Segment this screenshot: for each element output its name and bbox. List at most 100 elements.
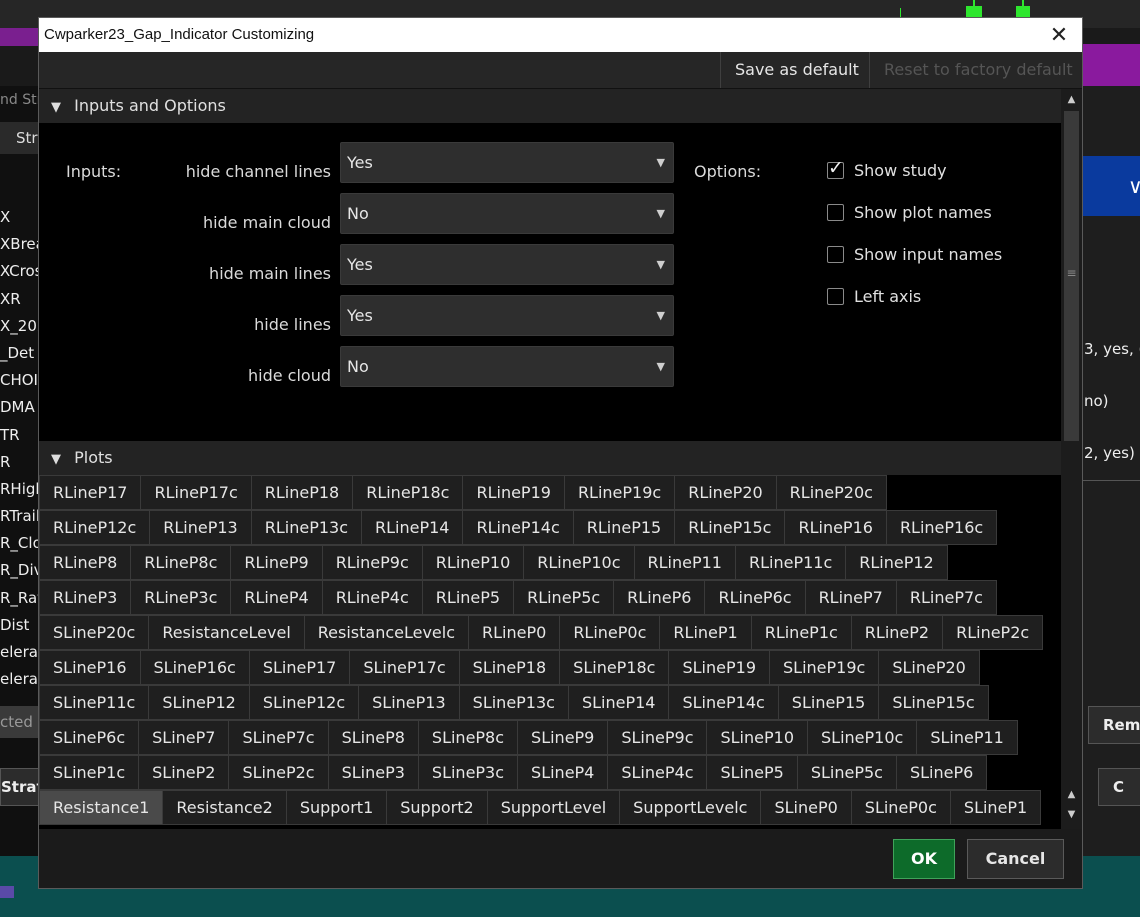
plot-button[interactable]: RLineP13 <box>149 510 251 545</box>
secondary-button[interactable]: C <box>1098 768 1140 806</box>
plot-button[interactable]: RLineP14 <box>361 510 463 545</box>
plot-button[interactable]: RLineP10 <box>421 545 524 580</box>
study-list-item[interactable]: XBrea <box>0 231 40 258</box>
plot-button[interactable]: SLineP5c <box>796 755 896 790</box>
plot-button[interactable]: SLineP8c <box>417 720 518 755</box>
strategies-button[interactable]: Strat <box>0 768 40 806</box>
plot-button[interactable]: RLineP18 <box>250 475 353 510</box>
plot-button[interactable]: RLineP3 <box>39 580 131 615</box>
plot-button[interactable]: SLineP9 <box>517 720 608 755</box>
plot-button[interactable]: RLineP6 <box>613 580 705 615</box>
plot-button[interactable]: RLineP16 <box>784 510 886 545</box>
plot-button[interactable]: RLineP17c <box>140 475 251 510</box>
reset-to-factory-default-button[interactable]: Reset to factory default <box>869 52 1087 88</box>
plot-button[interactable]: RLineP8c <box>130 545 231 580</box>
plot-button[interactable]: Support2 <box>386 790 487 825</box>
study-list-item[interactable]: _Det <box>0 340 40 367</box>
plot-button[interactable]: SLineP7c <box>228 720 328 755</box>
chevron-down-icon[interactable]: ∨ <box>1128 156 1140 216</box>
cancel-button[interactable]: Cancel <box>967 839 1064 879</box>
plot-button[interactable]: RLineP0c <box>559 615 660 650</box>
plot-button[interactable]: SLineP17c <box>349 650 459 685</box>
plot-button[interactable]: RLineP5c <box>513 580 614 615</box>
plot-button[interactable]: RLineP19c <box>563 475 675 510</box>
study-list-item[interactable]: elera <box>0 666 40 693</box>
plot-button[interactable]: Support1 <box>285 790 387 825</box>
left-axis-checkbox[interactable] <box>827 288 844 305</box>
study-list-item[interactable]: X <box>0 204 40 231</box>
plot-button[interactable]: SupportLevelc <box>619 790 761 825</box>
plot-button[interactable]: SLineP15 <box>777 685 879 720</box>
study-list-item[interactable]: elera <box>0 639 40 666</box>
plot-button[interactable]: SupportLevel <box>486 790 620 825</box>
plot-button[interactable]: RLineP4 <box>230 580 322 615</box>
plot-button[interactable]: RLineP12 <box>845 545 948 580</box>
plot-button[interactable]: RLineP4c <box>321 580 422 615</box>
plot-button[interactable]: SLineP11 <box>916 720 1018 755</box>
select-hide-lines[interactable]: Yes ▼ <box>340 295 674 336</box>
close-icon[interactable]: ✕ <box>1044 18 1074 52</box>
show-study-checkbox[interactable] <box>827 157 844 179</box>
select-hide-channel-lines[interactable]: Yes ▼ <box>340 142 674 183</box>
plot-button[interactable]: SLineP3 <box>327 755 418 790</box>
show-input-names-checkbox[interactable] <box>827 246 844 263</box>
plot-button[interactable]: RLineP11c <box>734 545 846 580</box>
plot-button[interactable]: SLineP14c <box>668 685 778 720</box>
plot-button[interactable]: ResistanceLevelc <box>303 615 469 650</box>
plot-button[interactable]: ResistanceLevel <box>148 615 304 650</box>
plot-button[interactable]: SLineP2c <box>228 755 328 790</box>
remove-button[interactable]: Rem <box>1088 706 1140 744</box>
study-list-item[interactable]: R_Rat <box>0 585 40 612</box>
study-list-item[interactable]: DMA <box>0 394 40 421</box>
save-as-default-button[interactable]: Save as default <box>720 52 873 88</box>
study-list-item[interactable]: X_202 <box>0 313 40 340</box>
plot-button[interactable]: RLineP20c <box>775 475 887 510</box>
plot-button[interactable]: RLineP16c <box>885 510 998 545</box>
plot-button[interactable]: SLineP20c <box>39 615 149 650</box>
study-list-item[interactable]: R <box>0 449 40 476</box>
plot-button[interactable]: SLineP13c <box>458 685 568 720</box>
ok-button[interactable]: OK <box>893 839 955 879</box>
plot-button[interactable]: SLineP1c <box>39 755 139 790</box>
plot-button[interactable]: SLineP4c <box>607 755 707 790</box>
plot-button[interactable]: RLineP15c <box>674 510 785 545</box>
plot-button[interactable]: RLineP17 <box>39 475 141 510</box>
plots-section-header[interactable]: ▼ Plots <box>39 441 1061 475</box>
plot-button[interactable]: SLineP6 <box>895 755 988 790</box>
plot-button[interactable]: SLineP18c <box>559 650 669 685</box>
plot-button[interactable]: RLineP18c <box>352 475 463 510</box>
plot-button[interactable]: SLineP16 <box>39 650 140 685</box>
option-left-axis[interactable]: Left axis <box>827 287 921 309</box>
left-panel-tab[interactable]: Str <box>0 122 40 154</box>
dialog-scrollbar[interactable]: ▲ ≡ ▲ ▼ <box>1061 89 1082 829</box>
study-list-item[interactable]: XCros <box>0 258 40 285</box>
option-show-input-names[interactable]: Show input names <box>827 245 1002 267</box>
plot-button[interactable]: RLineP1c <box>750 615 851 650</box>
plot-button[interactable]: SLineP17 <box>248 650 350 685</box>
plot-button[interactable]: RLineP7c <box>895 580 997 615</box>
plot-button[interactable]: RLineP0 <box>468 615 560 650</box>
plot-button[interactable]: SLineP13 <box>358 685 459 720</box>
inputs-options-section-header[interactable]: ▼ Inputs and Options <box>39 89 1061 123</box>
study-list-item[interactable]: R_Div <box>0 557 40 584</box>
plot-button[interactable]: SLineP0c <box>850 790 950 825</box>
plot-button[interactable]: RLineP2c <box>942 615 1044 650</box>
plot-button[interactable]: SLineP7 <box>138 720 229 755</box>
plot-button[interactable]: SLineP6c <box>39 720 139 755</box>
plot-button[interactable]: RLineP13c <box>250 510 361 545</box>
plot-button[interactable]: SLineP1 <box>949 790 1042 825</box>
plot-button[interactable]: RLineP20 <box>674 475 776 510</box>
select-hide-main-lines[interactable]: Yes ▼ <box>340 244 674 285</box>
plot-button[interactable]: SLineP14 <box>567 685 669 720</box>
study-list-item[interactable]: TR <box>0 422 40 449</box>
plot-button[interactable]: RLineP19 <box>462 475 564 510</box>
scroll-up-icon[interactable]: ▲ <box>1061 786 1082 804</box>
plot-button[interactable]: SLineP19 <box>668 650 769 685</box>
plot-button[interactable]: SLineP10c <box>807 720 917 755</box>
plot-button[interactable]: RLineP1 <box>659 615 751 650</box>
plot-button[interactable]: SLineP19c <box>769 650 879 685</box>
plot-button[interactable]: SLineP5 <box>706 755 797 790</box>
scrollbar-thumb[interactable]: ≡ <box>1064 111 1079 441</box>
plot-button[interactable]: SLineP8 <box>327 720 418 755</box>
plot-button[interactable]: SLineP12c <box>248 685 359 720</box>
